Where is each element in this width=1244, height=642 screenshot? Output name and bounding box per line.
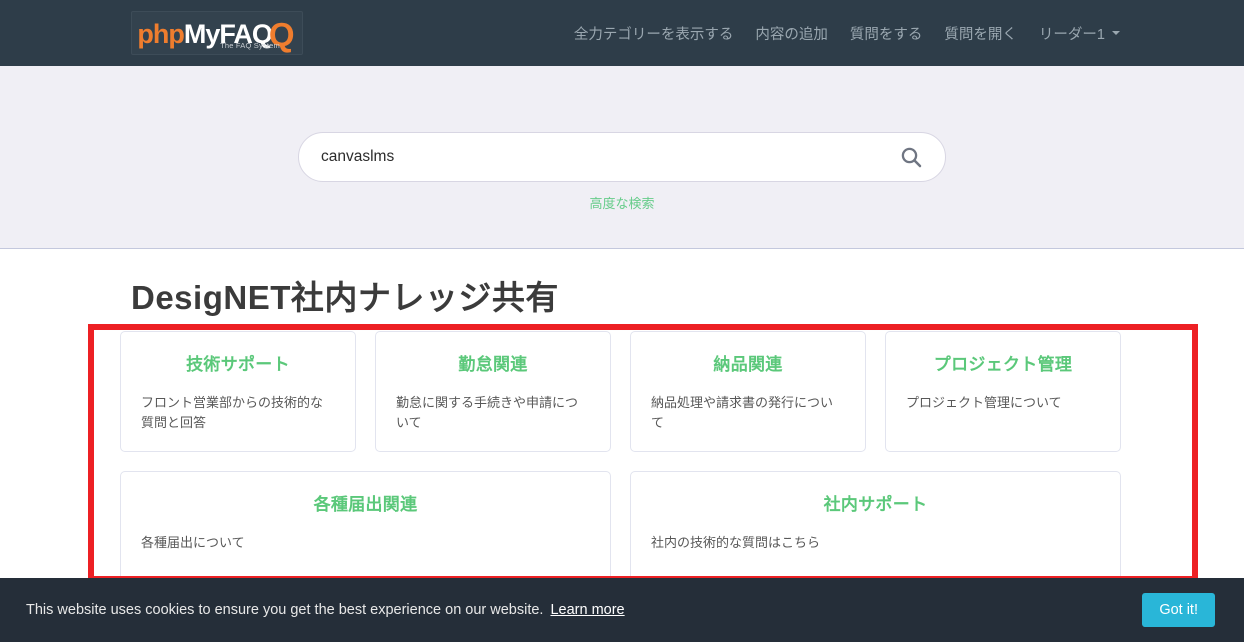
- nav-item-open-questions[interactable]: 質問を開く: [944, 23, 1017, 44]
- user-menu-label: リーダー1: [1038, 26, 1105, 43]
- category-card-delivery[interactable]: 納品関連 納品処理や請求書の発行について: [630, 331, 866, 452]
- search-section: 高度な検索: [0, 66, 1244, 249]
- category-card-attendance[interactable]: 勤怠関連 勤怠に関する手続きや申請について: [375, 331, 611, 452]
- category-card-description: プロジェクト管理について: [906, 395, 1062, 410]
- cookie-learn-more-link[interactable]: Learn more: [550, 602, 624, 618]
- category-card-description: 勤怠に関する手続きや申請について: [396, 395, 579, 431]
- chevron-down-icon: [1112, 31, 1120, 35]
- top-navbar: phpMyFAQQ The FAQ System 全力テゴリーを表示する 内容の…: [0, 0, 1244, 66]
- search-icon[interactable]: [899, 145, 923, 169]
- category-card-notifications[interactable]: 各種届出関連 各種届出について: [120, 471, 611, 592]
- category-card-technical-support[interactable]: 技術サポート フロント営業部からの技術的な質問と回答: [120, 331, 356, 452]
- category-card-title: 技術サポート: [186, 355, 290, 374]
- category-row-2: 各種届出関連 各種届出について 社内サポート 社内の技術的な質問はこちら: [120, 471, 1244, 592]
- nav-item-ask-question[interactable]: 質問をする: [850, 23, 923, 44]
- category-row-1: 技術サポート フロント営業部からの技術的な質問と回答 勤怠関連 勤怠に関する手続…: [120, 331, 1244, 452]
- advanced-search-link[interactable]: 高度な検索: [589, 193, 654, 212]
- logo-php-text: php: [137, 18, 184, 49]
- main-navigation: 全力テゴリーを表示する 内容の追加 質問をする 質問を開く リーダー1: [574, 23, 1120, 44]
- nav-item-show-all-categories[interactable]: 全力テゴリーを表示する: [574, 23, 734, 44]
- search-box[interactable]: [298, 132, 946, 182]
- category-card-title: 社内サポート: [823, 495, 928, 514]
- category-card-title: プロジェクト管理: [933, 355, 1073, 374]
- cookie-message: This website uses cookies to ensure you …: [26, 602, 544, 618]
- category-card-description: 社内の技術的な質問はこちら: [651, 535, 821, 550]
- nav-item-add-content[interactable]: 内容の追加: [755, 23, 828, 44]
- search-input[interactable]: [321, 148, 899, 166]
- category-card-title: 各種届出関連: [313, 495, 418, 514]
- phpmyfaq-logo[interactable]: phpMyFAQQ The FAQ System: [131, 11, 303, 55]
- category-card-description: 納品処理や請求書の発行について: [651, 395, 834, 431]
- category-card-project-management[interactable]: プロジェクト管理 プロジェクト管理について: [885, 331, 1121, 452]
- user-menu-dropdown[interactable]: リーダー1: [1039, 23, 1120, 44]
- category-card-internal-support[interactable]: 社内サポート 社内の技術的な質問はこちら: [630, 471, 1121, 592]
- logo-tagline: The FAQ System: [220, 41, 280, 50]
- category-card-description: 各種届出について: [141, 535, 245, 550]
- cookie-consent-banner: This website uses cookies to ensure you …: [0, 578, 1244, 642]
- category-card-description: フロント営業部からの技術的な質問と回答: [141, 395, 324, 431]
- main-content: DesigNET社内ナレッジ共有 技術サポート フロント営業部からの技術的な質問…: [0, 271, 1244, 642]
- cookie-message-container: This website uses cookies to ensure you …: [26, 602, 625, 618]
- cookie-accept-button[interactable]: Got it!: [1142, 593, 1215, 627]
- page-title: DesigNET社内ナレッジ共有: [131, 279, 559, 316]
- category-card-title: 納品関連: [713, 355, 783, 374]
- category-card-title: 勤怠関連: [458, 355, 528, 374]
